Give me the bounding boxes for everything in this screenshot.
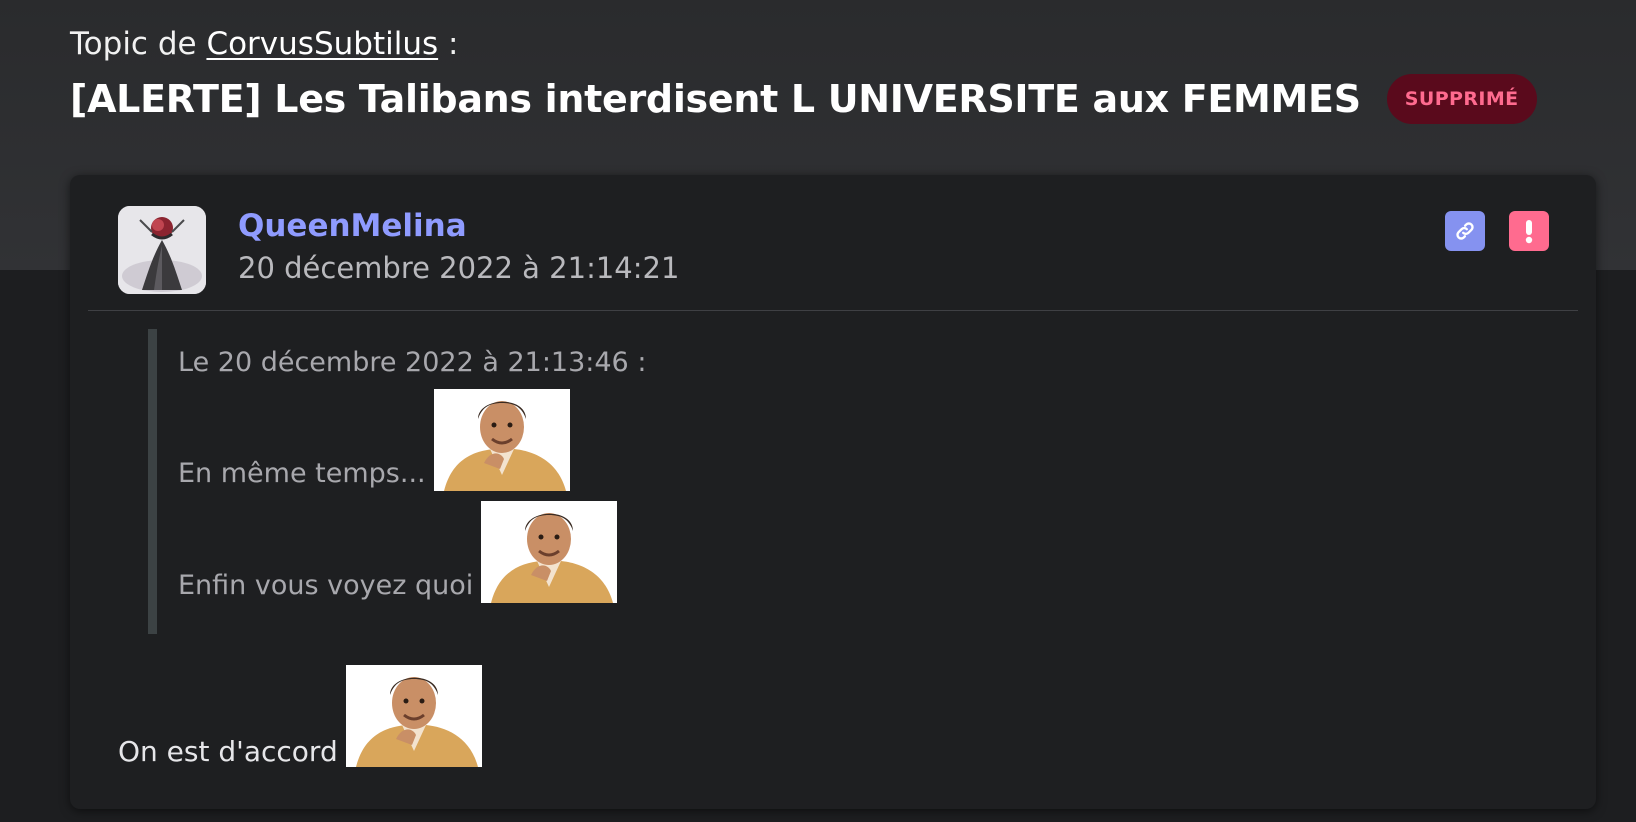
avatar-image [118,206,206,294]
smiling-man-sticker-icon [345,665,482,767]
quote-block: Le 20 décembre 2022 à 21:13:46 : En même… [148,329,797,634]
post-body: On est d'accord [118,665,482,767]
status-badge: SUPPRIMÉ [1386,74,1537,124]
post-card: QueenMelina 20 décembre 2022 à 21:14:21 … [70,175,1596,809]
topic-title-row: [ALERTE] Les Talibans interdisent L UNIV… [70,74,1537,124]
quote-heading: Le 20 décembre 2022 à 21:13:46 : [178,347,647,378]
permalink-button[interactable] [1445,211,1485,251]
topic-title: [ALERTE] Les Talibans interdisent L UNIV… [70,77,1361,121]
quote-line: Enfin vous voyez quoi [178,501,618,603]
smiling-man-sticker-icon [481,501,618,603]
topic-suffix: : [447,26,459,62]
topic-author-link[interactable]: CorvusSubtilus [206,26,438,62]
quote-text: Enfin vous voyez quoi [178,570,474,601]
topic-author-line: Topic de CorvusSubtilus : [70,22,1537,66]
report-button[interactable] [1509,211,1549,251]
topic-header: Topic de CorvusSubtilus : [ALERTE] Les T… [70,22,1537,124]
quote-line: En même temps... [178,389,570,491]
topic-prefix: Topic de [70,26,197,62]
quote-text: En même temps... [178,458,426,489]
post-username[interactable]: QueenMelina [238,208,467,244]
avatar[interactable] [118,206,206,294]
post-divider [88,310,1578,311]
post-header: QueenMelina 20 décembre 2022 à 21:14:21 [70,175,1596,310]
exclamation-icon [1525,220,1533,244]
link-icon [1456,222,1474,240]
post-body-text: On est d'accord [118,735,338,768]
post-date: 20 décembre 2022 à 21:14:21 [238,251,680,285]
smiling-man-sticker-icon [433,389,570,491]
